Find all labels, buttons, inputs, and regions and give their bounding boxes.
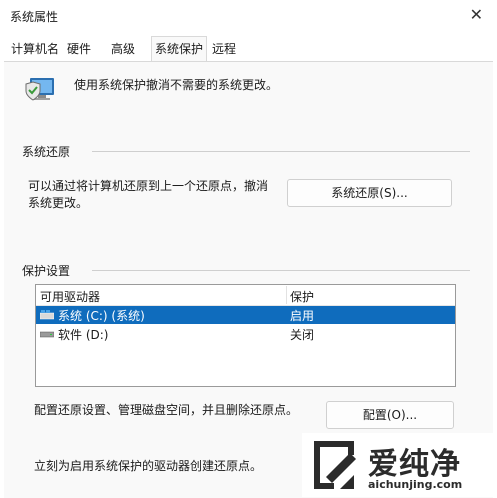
restore-description: 可以通过将计算机还原到上一个还原点，撤消 系统更改。: [28, 178, 268, 212]
protection-section-divider: [92, 270, 470, 271]
protection-status: 关闭: [290, 328, 315, 342]
protection-status: 启用: [290, 309, 315, 323]
config-description: 配置还原设置、管理磁盘空间，并且删除还原点。: [34, 403, 299, 417]
watermark-url: aichunjing.com: [368, 478, 463, 491]
system-drive-icon: [40, 310, 54, 320]
drive-row-c[interactable]: 系统 (C:) (系统) 启用: [36, 306, 455, 324]
restore-description-line2: 系统更改。: [28, 196, 89, 210]
drive-list-header: 可用驱动器 保护: [36, 285, 455, 306]
column-separator[interactable]: [286, 286, 287, 304]
title-bar: 系统属性 ✕: [0, 0, 497, 32]
drive-icon: [40, 331, 54, 338]
tab-remote[interactable]: 远程: [209, 38, 239, 60]
system-restore-button[interactable]: 系统还原(S)...: [287, 179, 452, 207]
protection-section-title: 保护设置: [22, 264, 71, 278]
computer-shield-icon: [25, 78, 54, 101]
tab-computer-name[interactable]: 计算机名: [8, 38, 62, 60]
watermark: 爱纯净 aichunjing.com: [302, 433, 497, 497]
restore-description-line1: 可以通过将计算机还原到上一个还原点，撤消: [28, 179, 269, 193]
tab-hardware[interactable]: 硬件: [64, 38, 94, 60]
column-header-protection[interactable]: 保护: [290, 288, 314, 305]
tab-system-protection[interactable]: 系统保护: [151, 36, 208, 61]
close-icon[interactable]: ✕: [470, 5, 483, 24]
create-description: 立刻为启用系统保护的驱动器创建还原点。: [34, 459, 263, 473]
column-header-drives[interactable]: 可用驱动器: [40, 288, 100, 305]
watermark-brand: 爱纯净: [368, 447, 461, 482]
brand-logo-icon: [314, 441, 356, 489]
restore-section-title: 系统还原: [22, 145, 71, 159]
window-title: 系统属性: [10, 10, 59, 24]
drive-name: 软件 (D:): [58, 328, 109, 342]
tab-strip: 计算机名 硬件 高级 系统保护 远程: [0, 36, 497, 61]
drive-name: 系统 (C:) (系统): [58, 309, 145, 323]
configure-button[interactable]: 配置(O)...: [326, 401, 454, 429]
restore-section-divider: [92, 151, 470, 152]
tab-advanced[interactable]: 高级: [108, 38, 138, 60]
drive-list[interactable]: 可用驱动器 保护 系统 (C:) (系统) 启用 软件 (D:) 关闭: [35, 284, 456, 387]
intro-text: 使用系统保护撤消不需要的系统更改。: [74, 78, 279, 92]
drive-row-d[interactable]: 软件 (D:) 关闭: [36, 325, 455, 343]
